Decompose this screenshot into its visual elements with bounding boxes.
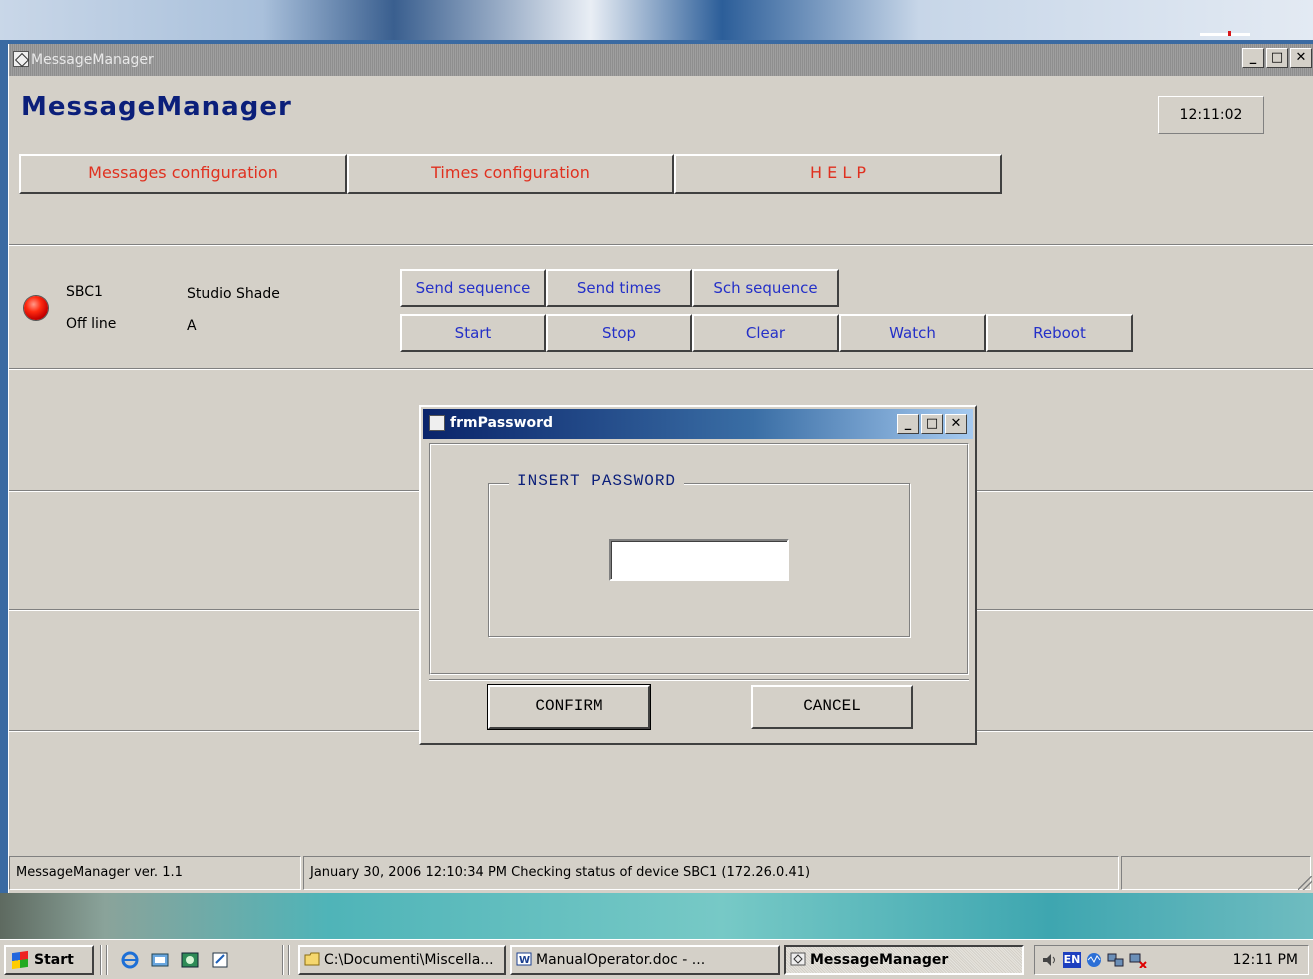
password-group-label: INSERT PASSWORD (509, 472, 685, 490)
send-times-button[interactable]: Send times (546, 269, 692, 307)
window-title: MessageManager (31, 52, 154, 68)
maximize-icon[interactable]: □ (1266, 48, 1288, 68)
clear-button[interactable]: Clear (692, 314, 839, 352)
device-location: Studio Shade (187, 286, 280, 302)
folder-icon (304, 952, 320, 966)
volume-icon[interactable] (1041, 952, 1059, 968)
desktop-wallpaper-top (0, 0, 1313, 40)
stop-button[interactable]: Stop (546, 314, 692, 352)
network-disconnected-icon[interactable] (1129, 952, 1147, 968)
cancel-button[interactable]: CANCEL (751, 685, 913, 729)
taskbar-item-label: MessageManager (810, 952, 949, 968)
divider (9, 368, 1313, 370)
taskbar-item-documenti[interactable]: C:\Documenti\Miscella... (298, 945, 506, 975)
taskbar-item-manualoperator[interactable]: W ManualOperator.doc - ... (510, 945, 780, 975)
help-button[interactable]: H E L P (674, 154, 1002, 194)
reboot-button[interactable]: Reboot (986, 314, 1133, 352)
device-status-led (24, 296, 48, 320)
app-clock: 12:11:02 (1158, 96, 1264, 134)
show-desktop-icon[interactable] (180, 950, 200, 970)
status-extra (1121, 856, 1311, 890)
explorer-icon[interactable] (150, 950, 170, 970)
dialog-title: frmPassword (450, 415, 554, 431)
password-input[interactable] (609, 539, 789, 581)
dialog-panel: INSERT PASSWORD (429, 443, 969, 675)
app-icon (429, 415, 445, 431)
taskbar-item-label: C:\Documenti\Miscella... (324, 952, 494, 968)
sch-sequence-button[interactable]: Sch sequence (692, 269, 839, 307)
status-bar: MessageManager ver. 1.1 January 30, 2006… (9, 854, 1313, 892)
app-icon (790, 952, 806, 966)
password-dialog: frmPassword _ □ ✕ INSERT PASSWORD CONFIR… (419, 405, 977, 745)
messages-configuration-button[interactable]: Messages configuration (19, 154, 347, 194)
device-code: A (187, 318, 197, 334)
language-indicator[interactable]: EN (1063, 952, 1081, 968)
send-sequence-button[interactable]: Send sequence (400, 269, 546, 307)
app-icon (13, 51, 29, 67)
network-monitor-icon[interactable] (1085, 952, 1103, 968)
confirm-button[interactable]: CONFIRM (487, 684, 651, 730)
word-document-icon: W (516, 952, 532, 966)
divider (9, 244, 1313, 246)
network-connection-icon[interactable] (1107, 952, 1125, 968)
watch-button[interactable]: Watch (839, 314, 986, 352)
svg-text:W: W (519, 955, 530, 966)
system-tray: EN 12:11 PM (1034, 945, 1309, 975)
start-button[interactable]: Start (4, 945, 94, 975)
minimize-icon[interactable]: _ (1242, 48, 1264, 68)
taskbar-separator (282, 945, 284, 975)
password-groupbox: INSERT PASSWORD (488, 472, 910, 637)
dialog-titlebar[interactable]: frmPassword _ □ ✕ (423, 409, 973, 439)
close-icon[interactable]: ✕ (1290, 48, 1312, 68)
taskbar-item-label: ManualOperator.doc - ... (536, 952, 706, 968)
taskbar: Start C:\Documenti\Miscella... W ManualO… (0, 939, 1313, 979)
resize-grip-icon[interactable] (1298, 876, 1312, 890)
minimize-icon[interactable]: _ (897, 414, 919, 434)
maximize-icon[interactable]: □ (921, 414, 943, 434)
device-name: SBC1 (66, 284, 103, 300)
times-configuration-button[interactable]: Times configuration (347, 154, 674, 194)
app-heading: MessageManager (21, 92, 292, 122)
taskbar-separator (100, 945, 102, 975)
device-state: Off line (66, 316, 117, 332)
taskbar-clock: 12:11 PM (1232, 952, 1298, 968)
windows-logo-icon (12, 950, 28, 970)
internet-explorer-icon[interactable] (120, 950, 140, 970)
window-titlebar[interactable]: MessageManager _ □ ✕ (9, 44, 1313, 76)
window-controls: _ □ ✕ (1242, 48, 1312, 68)
close-icon[interactable]: ✕ (945, 414, 967, 434)
status-message: January 30, 2006 12:10:34 PM Checking st… (303, 856, 1119, 890)
status-version: MessageManager ver. 1.1 (9, 856, 301, 890)
taskbar-separator (288, 945, 290, 975)
taskbar-item-messagemanager[interactable]: MessageManager (784, 945, 1024, 975)
taskbar-separator (106, 945, 108, 975)
start-button[interactable]: Start (400, 314, 546, 352)
dialog-window-controls: _ □ ✕ (897, 414, 967, 434)
desktop-wallpaper-bottom (0, 893, 1313, 939)
start-label: Start (34, 952, 74, 968)
notepad-icon[interactable] (210, 950, 230, 970)
